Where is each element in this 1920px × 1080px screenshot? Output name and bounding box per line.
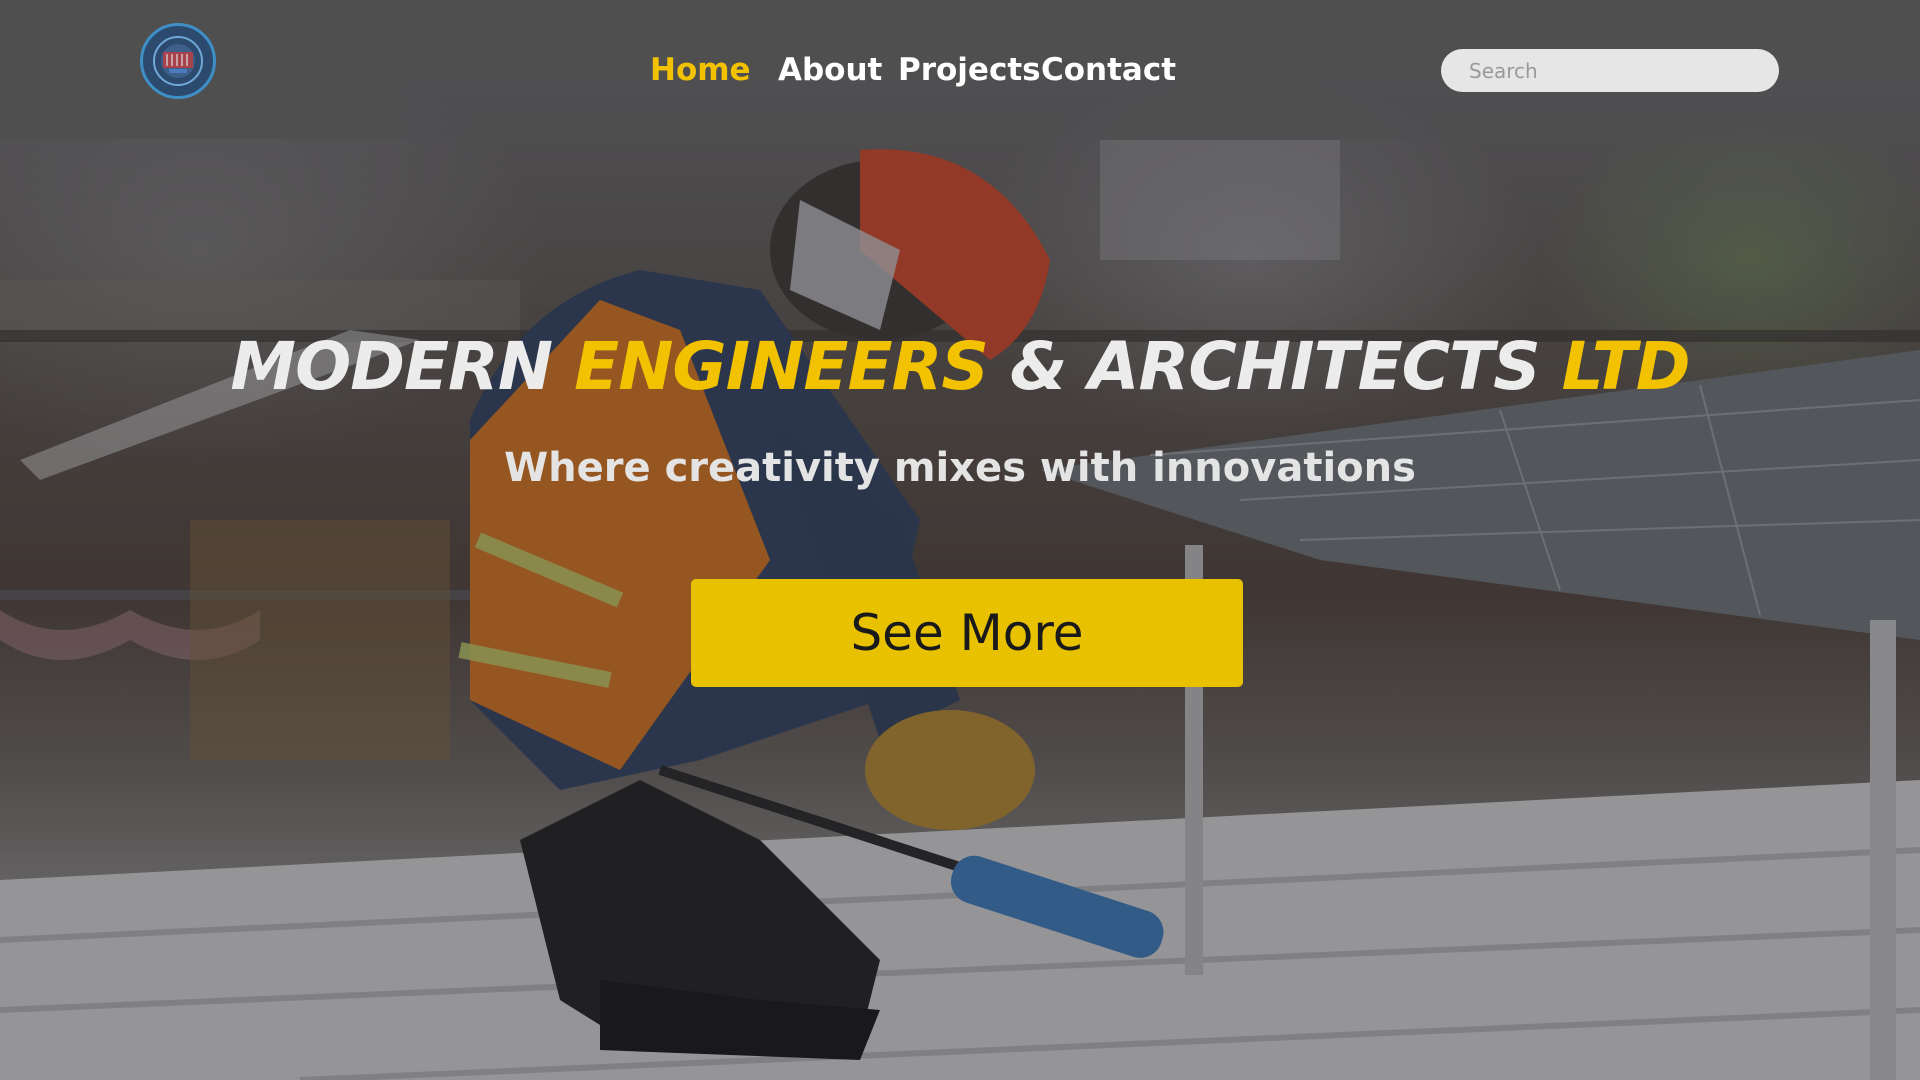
company-seal-logo-icon[interactable] <box>140 23 216 99</box>
nav-item-contact[interactable]: Contact <box>1041 48 1176 92</box>
hero-title-part-modern: MODERN <box>230 328 575 405</box>
see-more-button[interactable]: See More <box>691 579 1243 687</box>
search-input[interactable] <box>1441 49 1779 92</box>
nav-item-about[interactable]: About <box>778 48 882 92</box>
logo-seal-graphic <box>146 29 210 93</box>
site-header: Home About Projects Contact <box>0 0 1920 139</box>
nav-item-projects[interactable]: Projects <box>898 48 1041 92</box>
hero-title-part-engineers: ENGINEERS <box>574 328 989 405</box>
hero-title-part-ltd: LTD <box>1561 328 1691 405</box>
page: Home About Projects Contact MODERN ENGIN… <box>0 0 1920 1080</box>
hero-dark-overlay <box>0 0 1920 1080</box>
hero-subtitle: Where creativity mixes with innovations <box>504 445 1416 491</box>
nav-item-home[interactable]: Home <box>650 48 751 92</box>
hero-title-part-architects: & ARCHITECTS <box>987 328 1562 405</box>
hero-title: MODERN ENGINEERS & ARCHITECTS LTD <box>0 322 1920 412</box>
hero-background-image <box>0 0 1920 1080</box>
